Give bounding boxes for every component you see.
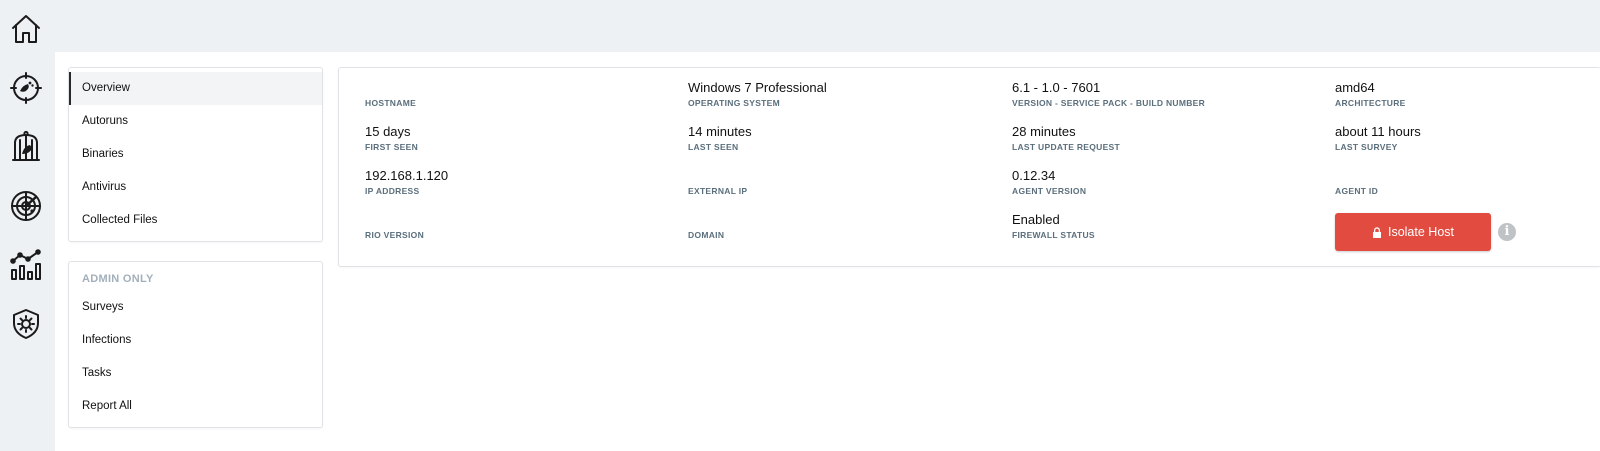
admin-menu: ADMIN ONLY Surveys Infections Tasks Repo… bbox=[68, 261, 323, 428]
shield-gear-icon[interactable] bbox=[8, 306, 44, 342]
agent-version-value: 0.12.34 bbox=[1012, 168, 1056, 183]
firewall-status-label: FIREWALL STATUS bbox=[1012, 230, 1095, 240]
home-icon[interactable] bbox=[8, 11, 44, 47]
top-bar bbox=[55, 0, 1600, 52]
radar-icon[interactable] bbox=[8, 188, 44, 224]
last-seen-value: 14 minutes bbox=[688, 124, 752, 139]
last-update-request-value: 28 minutes bbox=[1012, 124, 1076, 139]
last-survey-label: LAST SURVEY bbox=[1335, 142, 1398, 152]
menu-item-antivirus[interactable]: Antivirus bbox=[69, 171, 322, 204]
operating-system-value: Windows 7 Professional bbox=[688, 80, 827, 95]
menu-item-overview[interactable]: Overview bbox=[69, 72, 322, 105]
version-label: VERSION - SERVICE PACK - BUILD NUMBER bbox=[1012, 98, 1206, 108]
admin-only-heading: ADMIN ONLY bbox=[82, 273, 154, 285]
lock-icon bbox=[1372, 226, 1381, 238]
ip-address-value: 192.168.1.120 bbox=[365, 168, 449, 183]
main-content: Overview Autoruns Binaries Antivirus Col… bbox=[55, 52, 1600, 451]
menu-item-infections[interactable]: Infections bbox=[69, 324, 322, 357]
ip-address-label: IP ADDRESS bbox=[365, 186, 420, 196]
menu-item-binaries[interactable]: Binaries bbox=[69, 138, 322, 171]
menu-item-autoruns[interactable]: Autoruns bbox=[69, 105, 322, 138]
architecture-value: amd64 bbox=[1335, 80, 1375, 95]
architecture-label: ARCHITECTURE bbox=[1335, 98, 1406, 108]
info-icon[interactable]: i bbox=[1498, 223, 1516, 241]
rio-version-label: RIO VERSION bbox=[365, 230, 425, 240]
version-value: 6.1 - 1.0 - 7601 bbox=[1012, 80, 1101, 95]
isolate-host-button[interactable]: Isolate Host bbox=[1335, 213, 1491, 251]
menu-item-surveys[interactable]: Surveys bbox=[69, 291, 322, 324]
menu-item-tasks[interactable]: Tasks bbox=[69, 357, 322, 390]
firewall-status-value: Enabled bbox=[1012, 212, 1060, 227]
agent-id-label: AGENT ID bbox=[1335, 186, 1379, 196]
birdcage-icon[interactable] bbox=[8, 129, 44, 165]
first-seen-label: FIRST SEEN bbox=[365, 142, 419, 152]
icon-rail bbox=[0, 0, 55, 451]
domain-label: DOMAIN bbox=[688, 230, 725, 240]
operating-system-label: OPERATING SYSTEM bbox=[688, 98, 781, 108]
last-survey-value: about 11 hours bbox=[1335, 124, 1421, 139]
first-seen-value: 15 days bbox=[365, 124, 411, 139]
last-update-request-label: LAST UPDATE REQUEST bbox=[1012, 142, 1121, 152]
analytics-chart-icon[interactable] bbox=[8, 247, 44, 283]
hostname-label: HOSTNAME bbox=[365, 98, 417, 108]
crosshair-footprint-icon[interactable] bbox=[8, 70, 44, 106]
menu-item-report-all[interactable]: Report All bbox=[69, 390, 322, 423]
isolate-host-label: Isolate Host bbox=[1387, 225, 1454, 239]
menu-item-collected-files[interactable]: Collected Files bbox=[69, 204, 322, 237]
agent-version-label: AGENT VERSION bbox=[1012, 186, 1087, 196]
external-ip-label: EXTERNAL IP bbox=[688, 186, 748, 196]
host-nav-menu: Overview Autoruns Binaries Antivirus Col… bbox=[68, 67, 323, 242]
last-seen-label: LAST SEEN bbox=[688, 142, 739, 152]
